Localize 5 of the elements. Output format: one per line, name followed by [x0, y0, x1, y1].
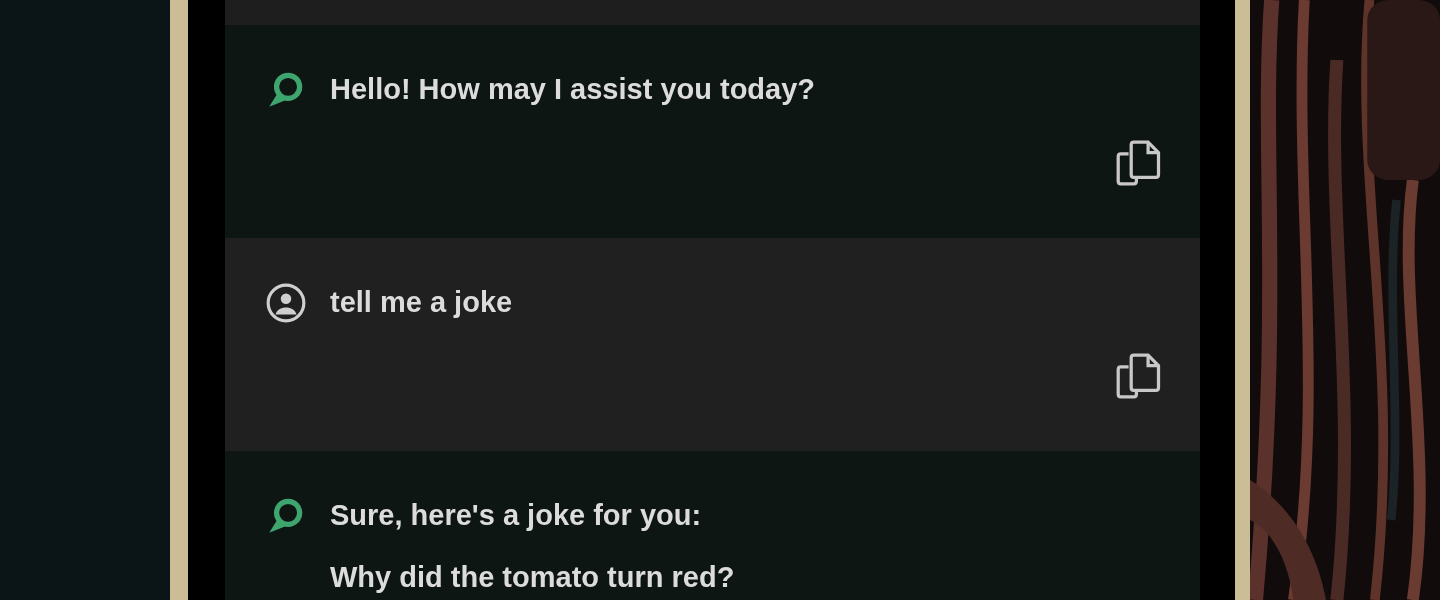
message-text: Sure, here's a joke for you: — [330, 498, 703, 532]
message-text: tell me a joke — [330, 285, 513, 319]
message-text: Hello! How may I assist you today? — [330, 72, 816, 106]
message-text: Why did the tomato turn red? — [330, 560, 735, 594]
user-icon — [265, 282, 307, 324]
